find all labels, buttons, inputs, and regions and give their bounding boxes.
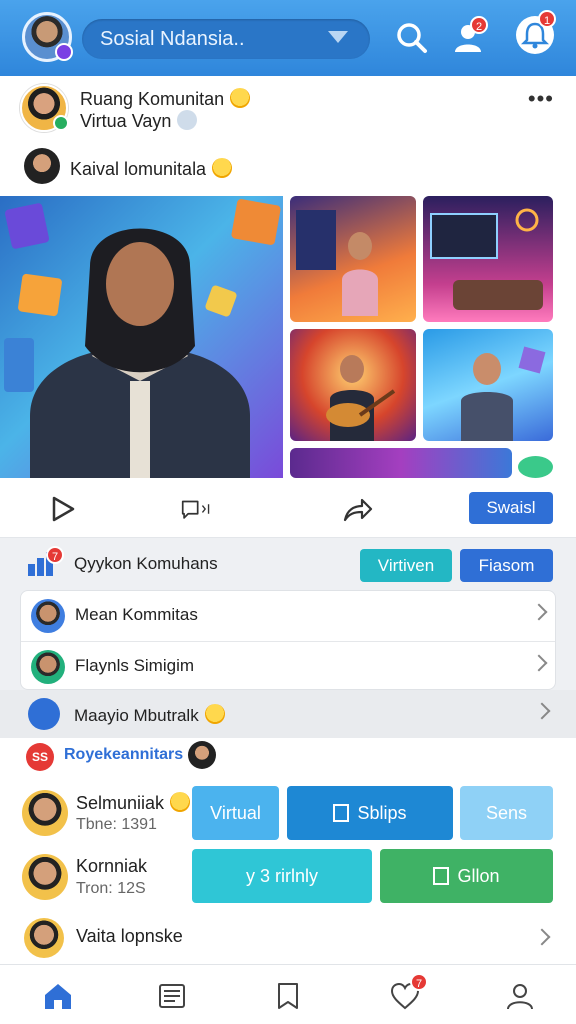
avatar (31, 599, 65, 633)
friend-avatar[interactable] (22, 854, 68, 900)
document-icon (333, 804, 350, 822)
tag-button[interactable]: Gllon (380, 849, 553, 903)
search-input[interactable]: Sosial Ndansia.. (82, 19, 370, 59)
list-item[interactable]: Mean Kommitas (21, 591, 555, 641)
community-title: Qyykon Komuhans (74, 554, 218, 573)
list-item[interactable]: Flaynls Simigim (21, 641, 555, 691)
list-item-label: Maayio Mbutralk (74, 704, 225, 726)
search-icon[interactable] (392, 18, 432, 58)
bookmark-icon[interactable] (271, 979, 305, 1013)
chevron-right-icon[interactable] (533, 928, 551, 946)
heart-icon[interactable]: 7 (388, 973, 429, 1013)
top-bar: Sosial Ndansia.. 2 1 (0, 0, 576, 76)
list-item-label: Flaynls Simigim (75, 656, 195, 675)
bottom-nav: 7 (0, 964, 576, 1024)
tools-icon (28, 698, 60, 730)
friends-header: SS Royekeannitars (0, 738, 576, 774)
emoji-icon (204, 704, 225, 724)
app-root: Sosial Ndansia.. 2 1 Ruang Komunitan Vir… (0, 0, 576, 1024)
chevron-right-icon (533, 702, 551, 720)
more-options-icon[interactable]: ••• (528, 86, 554, 112)
virtual-button[interactable]: Virtiven (360, 549, 452, 582)
list-item-label: Mean Kommitas (75, 605, 198, 624)
guitarist-photo (326, 355, 396, 441)
bell-button[interactable]: 1 (516, 10, 557, 54)
friend-name[interactable]: Kornniak (76, 856, 147, 877)
photo-tile[interactable] (423, 329, 553, 441)
tag-button[interactable]: Sens (460, 786, 553, 840)
room-photo (430, 208, 543, 310)
photo-tile[interactable] (290, 329, 416, 441)
community-avatar[interactable] (20, 84, 69, 132)
main-photo[interactable] (0, 196, 283, 478)
community-section: 7 Qyykon Komuhans Virtiven Fiasom Mean K… (0, 538, 576, 738)
smile-emoji-icon (212, 158, 233, 178)
verified-icon (53, 115, 69, 131)
friend-name[interactable]: Selmuniiak (76, 792, 191, 814)
person-photo (30, 228, 250, 478)
post-header: Ruang Komunitan Virtua Vayn ••• Kaival l… (0, 76, 576, 196)
friend-avatar[interactable] (22, 790, 68, 836)
tag-button[interactable]: Virtual (192, 786, 279, 840)
child-photo (461, 346, 546, 441)
photo-tile[interactable] (290, 196, 416, 322)
news-icon[interactable] (155, 979, 189, 1013)
comment-author-text: Kaival lomunitala (70, 158, 233, 180)
post-title[interactable]: Ruang Komunitan (80, 88, 251, 110)
post-media-grid (0, 196, 576, 478)
home-icon[interactable] (41, 979, 75, 1013)
photo-strip-end[interactable] (518, 456, 553, 478)
friends-section: SS Royekeannitars Selmuniiak Tbne: 1391 … (0, 738, 576, 964)
chevron-right-icon (530, 654, 548, 672)
play-icon[interactable] (46, 492, 80, 526)
send-icon[interactable] (328, 31, 348, 43)
likes-badge: 7 (410, 973, 429, 991)
user-avatar[interactable] (22, 12, 73, 62)
comment-icon[interactable] (180, 492, 230, 526)
smile-emoji-icon (230, 88, 251, 108)
friend-name[interactable]: Vaita lopnske (76, 926, 183, 947)
profile-icon[interactable] (503, 979, 537, 1013)
profile-badge: 2 (470, 16, 489, 34)
photo-strip[interactable] (290, 448, 512, 478)
add-user-icon[interactable]: 2 (450, 16, 490, 58)
avatar (31, 650, 65, 684)
shield-icon (55, 43, 73, 61)
community-list-card: Mean Kommitas Flaynls Simigim (20, 590, 556, 690)
friend-avatar[interactable] (24, 918, 64, 958)
person-photo (296, 210, 378, 316)
community-header: 7 Qyykon Komuhans Virtiven Fiasom (0, 538, 576, 590)
document-icon (433, 867, 450, 885)
search-text: Sosial Ndansia.. (100, 28, 245, 50)
chevron-right-icon (530, 603, 548, 621)
share-button[interactable]: Swaisl (469, 492, 553, 524)
friends-badge: SS (26, 743, 54, 771)
community-badge: 7 (46, 546, 65, 564)
friends-title[interactable]: Royekeannitars (64, 746, 183, 764)
photo-tile[interactable] (423, 196, 553, 322)
tag-button[interactable]: Sblips (287, 786, 453, 840)
list-item[interactable]: Maayio Mbutralk (0, 690, 576, 738)
avatar (188, 741, 216, 769)
post-action-bar: Swaisl (0, 478, 576, 538)
friend-meta: Tron: 12S (76, 880, 146, 897)
tag-button[interactable]: y 3 rirlnly (192, 849, 372, 903)
post-subtitle: Virtua Vayn (80, 110, 198, 132)
plus-emoji-icon (177, 110, 198, 130)
share-icon[interactable] (340, 492, 374, 526)
notification-badge: 1 (538, 10, 557, 28)
comment-author-avatar[interactable] (24, 148, 60, 184)
follow-button[interactable]: Fiasom (460, 549, 553, 582)
emoji-icon (170, 792, 191, 812)
friend-meta: Tbne: 1391 (76, 816, 157, 833)
